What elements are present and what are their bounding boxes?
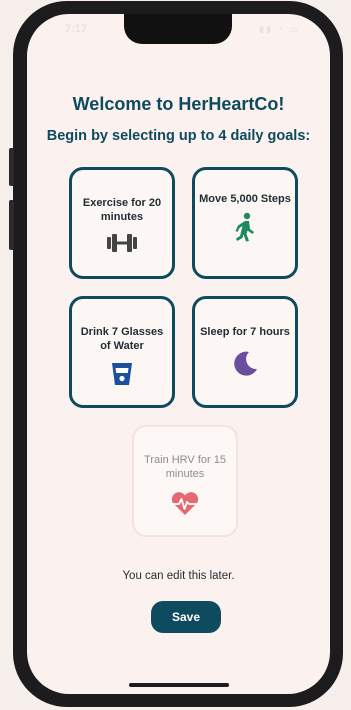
goal-card-exercise[interactable]: Exercise for 20 minutes	[69, 167, 175, 279]
save-button[interactable]: Save	[151, 601, 221, 633]
home-indicator	[129, 683, 229, 687]
goal-card-water[interactable]: Drink 7 Glasses of Water	[69, 296, 175, 408]
walking-person-icon	[233, 212, 257, 242]
page-title: Welcome to HerHeartCo!	[72, 94, 285, 114]
goal-card-steps[interactable]: Move 5,000 Steps	[192, 167, 298, 279]
goal-label: Train HRV for 15 minutes	[144, 454, 226, 480]
page-subtitle: Begin by selecting up to 4 daily goals:	[46, 128, 311, 144]
volume-up-button	[9, 148, 14, 186]
water-glass-icon	[110, 361, 134, 387]
goal-card-sleep[interactable]: Sleep for 7 hours	[192, 296, 298, 408]
goal-label: Exercise for 20 minutes	[82, 197, 162, 223]
heartbeat-icon	[169, 491, 201, 517]
status-time: 7:17	[65, 23, 88, 35]
goal-label: Drink 7 Glasses of Water	[80, 326, 164, 352]
status-icons: ▮▮ ◔ ▭	[259, 24, 300, 34]
edit-later-hint: You can edit this later.	[122, 570, 235, 582]
goal-label: Sleep for 7 hours	[200, 326, 290, 338]
moon-icon	[231, 349, 259, 377]
dumbbell-icon	[105, 232, 139, 254]
notch	[124, 14, 232, 44]
goal-card-hrv[interactable]: Train HRV for 15 minutes	[132, 425, 238, 537]
goal-label: Move 5,000 Steps	[199, 193, 291, 205]
volume-down-button	[9, 200, 14, 250]
app-screen: 7:17 ▮▮ ◔ ▭ Welcome to HerHeartCo! Begin…	[27, 14, 330, 694]
